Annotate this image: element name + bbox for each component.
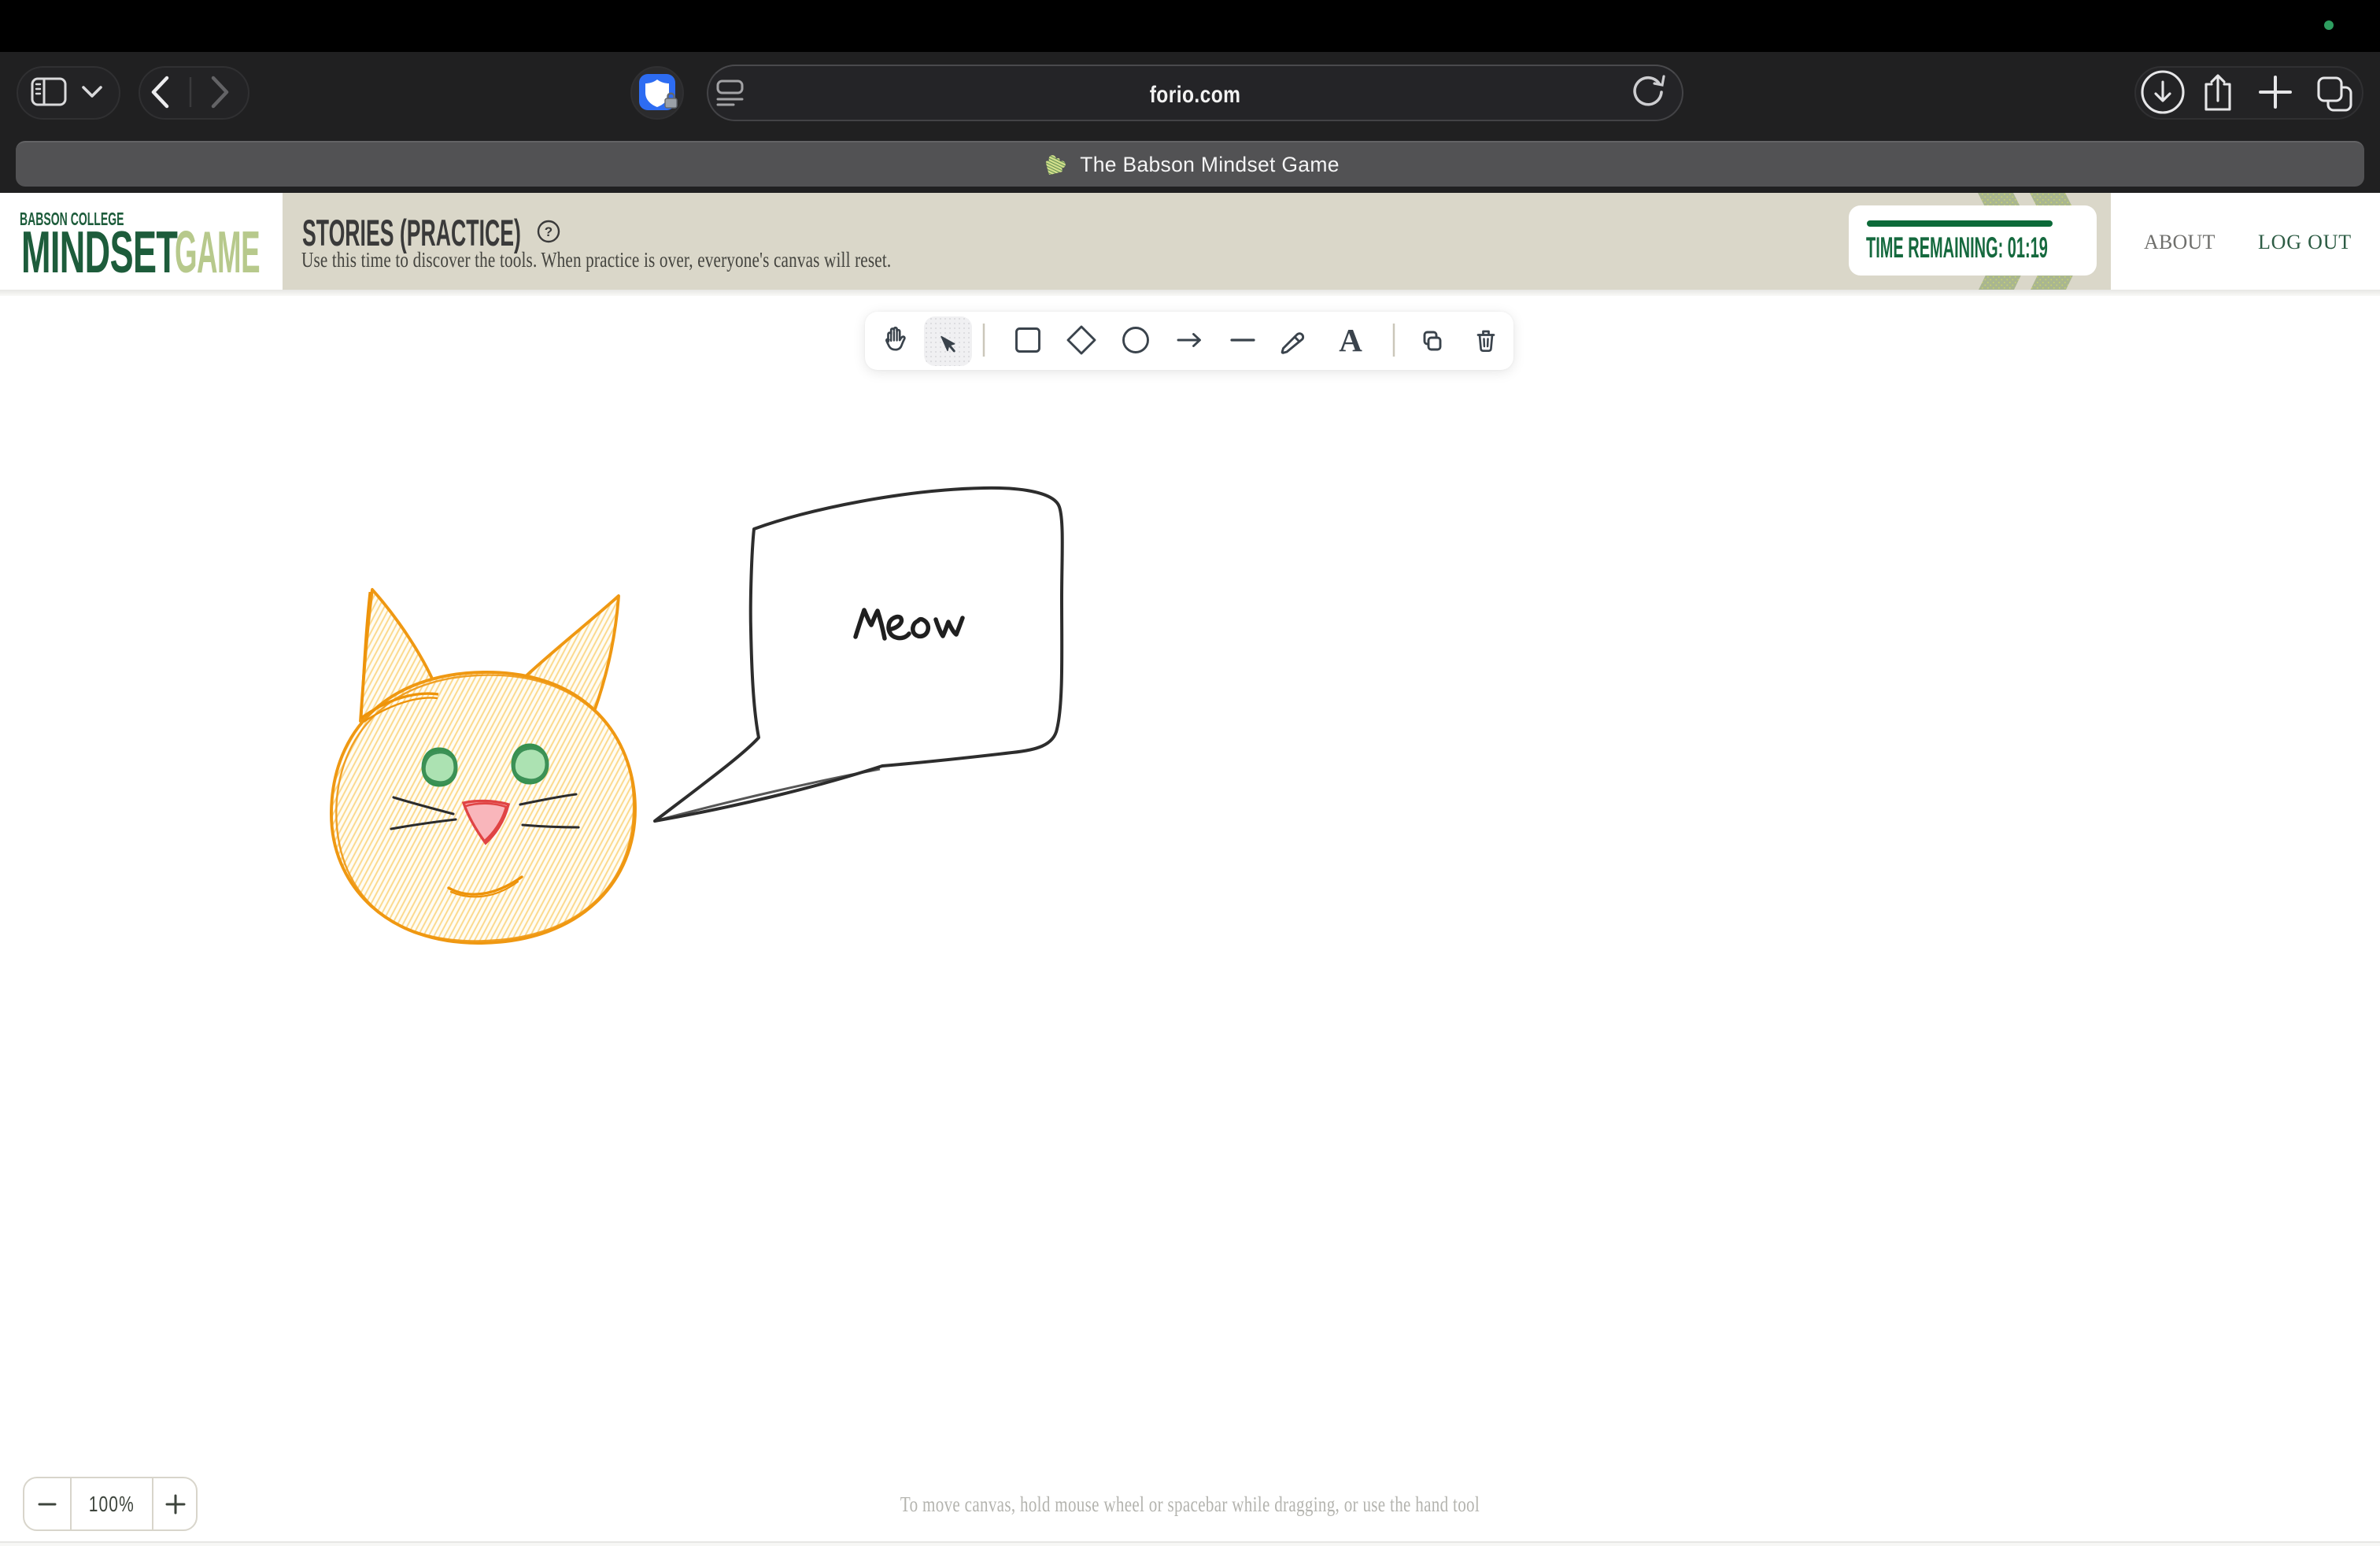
svg-text:?: ? [545,224,552,239]
svg-text:A: A [1339,322,1362,358]
